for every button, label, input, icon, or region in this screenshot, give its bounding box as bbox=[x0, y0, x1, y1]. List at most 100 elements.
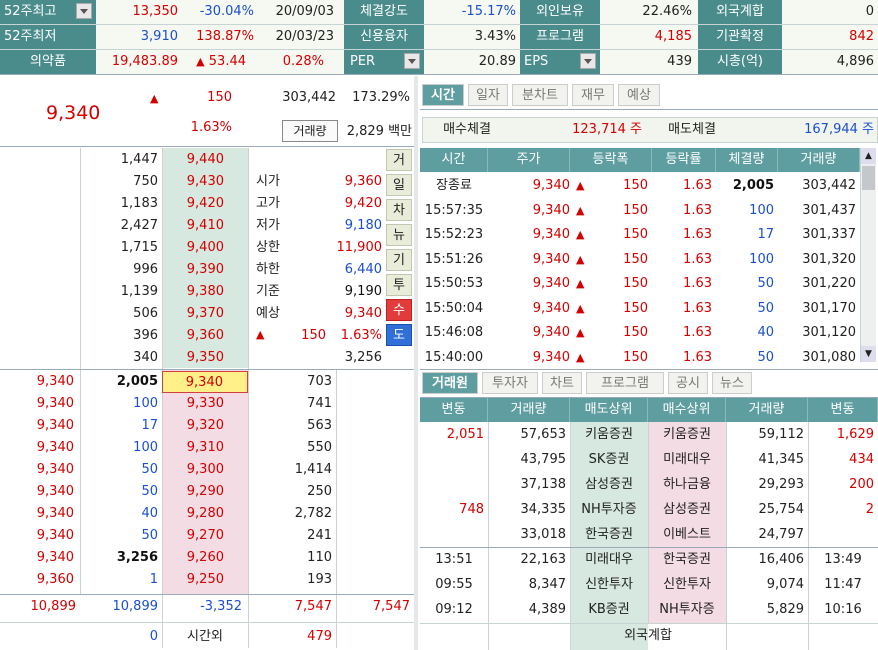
bid-price[interactable]: 9,260 bbox=[162, 547, 248, 569]
bid-price[interactable]: 9,310 bbox=[162, 437, 248, 459]
bid-price[interactable]: 9,270 bbox=[162, 525, 248, 547]
buy-broker[interactable]: 삼성증권 bbox=[648, 499, 726, 521]
tab-trades-4[interactable]: 예상 bbox=[618, 84, 660, 106]
buy-volume: 25,754 bbox=[758, 502, 805, 517]
ask-price[interactable]: 9,350 bbox=[162, 347, 224, 369]
trade-volume: 301,170 bbox=[802, 300, 856, 316]
total-ask-qty: 10,899 bbox=[112, 599, 159, 614]
sell-broker[interactable]: KB증권 bbox=[570, 599, 648, 621]
buy-time: 11:47 bbox=[824, 577, 862, 592]
buy-broker[interactable]: 한국증권 bbox=[648, 549, 726, 571]
bid-price[interactable]: 9,300 bbox=[162, 459, 248, 481]
trade-qty: 100 bbox=[749, 202, 774, 218]
tab-trades-1[interactable]: 일자 bbox=[468, 84, 508, 106]
sell-broker[interactable]: NH투자증 bbox=[570, 499, 648, 521]
bid-price[interactable]: 9,320 bbox=[162, 415, 248, 437]
bid-price[interactable]: 9,340 bbox=[162, 371, 248, 393]
sell-broker[interactable]: SK증권 bbox=[570, 449, 648, 471]
bid-price[interactable]: 9,330 bbox=[162, 393, 248, 415]
ask-qty: 1,447 bbox=[120, 152, 158, 167]
quote-header: 9,340 ▲ 150 303,442 173.29% 1.63% 거래량 2,… bbox=[0, 84, 414, 146]
volume: 303,442 bbox=[282, 90, 336, 105]
52w-low-value: 3,910 bbox=[140, 29, 178, 44]
sell-volume: 4,389 bbox=[528, 602, 566, 617]
tab-brokers-4[interactable]: 공시 bbox=[668, 372, 708, 394]
bid-exec-price: 9,360 bbox=[36, 572, 74, 587]
sector-value: 19,483.89 bbox=[111, 54, 178, 69]
buy-broker[interactable]: 미래대우 bbox=[648, 449, 726, 471]
tab-brokers-1[interactable]: 투자자 bbox=[482, 372, 538, 394]
info-value: 9,360 bbox=[344, 174, 382, 189]
buy-volume: 24,797 bbox=[758, 527, 805, 542]
trade-pct: 1.63 bbox=[683, 227, 712, 242]
buy-exec-label: 매수체결 bbox=[443, 122, 491, 137]
ask-price[interactable]: 9,390 bbox=[162, 259, 224, 281]
buy-broker[interactable]: 키움증권 bbox=[648, 424, 726, 446]
tab-brokers-2[interactable]: 차트 bbox=[542, 372, 582, 394]
tab-trades-0[interactable]: 시간 bbox=[422, 84, 464, 106]
sector-change: ▲ 53.44 bbox=[196, 54, 246, 69]
price-pct: 1.63% bbox=[190, 120, 232, 135]
sell-broker[interactable]: 삼성증권 bbox=[570, 474, 648, 496]
trade-change: 150 bbox=[623, 325, 648, 340]
ask-price[interactable]: 9,410 bbox=[162, 215, 224, 237]
trade-time: 15:50:04 bbox=[424, 300, 484, 316]
side-button[interactable]: 수 bbox=[386, 299, 412, 321]
bid-price[interactable]: 9,280 bbox=[162, 503, 248, 525]
tab-trades-2[interactable]: 분차트 bbox=[512, 84, 568, 106]
foreign-sum-label: 외국계합 bbox=[624, 628, 672, 643]
scroll-down-icon[interactable]: ▼ bbox=[861, 346, 876, 362]
buy-broker[interactable]: 이베스트 bbox=[648, 524, 726, 546]
sell-broker[interactable]: 미래대우 bbox=[570, 549, 648, 571]
ask-price[interactable]: 9,440 bbox=[162, 149, 224, 171]
trades-scrollbar[interactable]: ▲ ▼ bbox=[860, 148, 876, 362]
bid-exec-qty: 100 bbox=[133, 440, 158, 455]
side-button[interactable]: 도 bbox=[386, 324, 412, 346]
ask-price[interactable]: 9,360 bbox=[162, 325, 224, 347]
dropdown-icon[interactable] bbox=[580, 53, 596, 69]
scroll-thumb[interactable] bbox=[862, 166, 875, 190]
up-triangle-icon: ▲ bbox=[576, 326, 585, 339]
sector-name: 의약품 bbox=[0, 50, 96, 74]
dropdown-icon[interactable] bbox=[76, 3, 92, 19]
dropdown-icon[interactable] bbox=[404, 53, 420, 69]
bid-price[interactable]: 9,290 bbox=[162, 481, 248, 503]
sell-broker[interactable]: 한국증권 bbox=[570, 524, 648, 546]
panel-splitter[interactable] bbox=[414, 76, 418, 650]
bid-qty: 563 bbox=[307, 418, 332, 433]
tab-brokers-3[interactable]: 프로그램 bbox=[586, 372, 664, 394]
side-button[interactable]: 거 bbox=[386, 149, 412, 171]
trade-volume: 301,080 bbox=[802, 349, 856, 365]
scroll-up-icon[interactable]: ▲ bbox=[861, 148, 876, 164]
label-52w-high: 52주최고 bbox=[0, 0, 96, 24]
trade-change: 150 bbox=[623, 276, 648, 291]
ask-price[interactable]: 9,400 bbox=[162, 237, 224, 259]
buy-time: 13:49 bbox=[824, 552, 862, 567]
buy-volume: 16,406 bbox=[758, 552, 805, 567]
tab-brokers-0[interactable]: 거래원 bbox=[422, 372, 478, 394]
sell-broker[interactable]: 키움증권 bbox=[570, 424, 648, 446]
ask-price[interactable]: 9,370 bbox=[162, 303, 224, 325]
trade-time: 15:46:08 bbox=[424, 325, 484, 340]
after-hours-right: 479 bbox=[307, 629, 332, 644]
ask-price[interactable]: 9,420 bbox=[162, 193, 224, 215]
side-button[interactable]: 일 bbox=[386, 174, 412, 196]
buy-broker[interactable]: NH투자증 bbox=[648, 599, 726, 621]
side-button[interactable]: 기 bbox=[386, 249, 412, 271]
trades-panel: 시간 일자 분차트 재무 예상 매수체결 123,714 주 매도체결 167,944 … bbox=[420, 84, 878, 368]
ask-price[interactable]: 9,380 bbox=[162, 281, 224, 303]
sell-broker[interactable]: 신한투자 bbox=[570, 574, 648, 596]
bid-exec-qty: 50 bbox=[141, 462, 158, 477]
bid-price[interactable]: 9,250 bbox=[162, 569, 248, 591]
buy-broker[interactable]: 하나금융 bbox=[648, 474, 726, 496]
tab-trades-3[interactable]: 재무 bbox=[572, 84, 614, 106]
up-triangle-icon: ▲ bbox=[576, 252, 585, 266]
label-market-cap: 시총(억) bbox=[698, 50, 782, 74]
tab-brokers-5[interactable]: 뉴스 bbox=[712, 372, 752, 394]
side-button[interactable]: 차 bbox=[386, 199, 412, 221]
side-button[interactable]: 투 bbox=[386, 274, 412, 296]
side-button[interactable]: 뉴 bbox=[386, 224, 412, 246]
buy-broker[interactable]: 신한투자 bbox=[648, 574, 726, 596]
trades-header: 등락률 bbox=[652, 148, 716, 172]
ask-price[interactable]: 9,430 bbox=[162, 171, 224, 193]
